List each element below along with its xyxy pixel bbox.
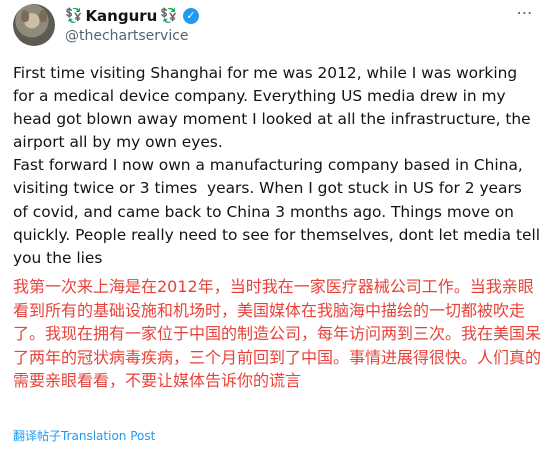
avatar[interactable] (13, 4, 55, 46)
post-text-chinese: 我第一次来上海是在2012年，当时我在一家医疗器械公司工作。当我亲眼看到所有的基… (13, 277, 542, 390)
translate-post-link[interactable]: 翻译帖子Translation Post (13, 427, 155, 444)
display-name[interactable]: Kanguru (85, 7, 157, 25)
name-glyph-left: 💱 (65, 8, 83, 24)
author-handle[interactable]: @thechartservice (65, 28, 189, 44)
author-name-row[interactable]: 💱 Kanguru 💱 ✓ (65, 6, 199, 26)
verified-badge-icon: ✓ (182, 8, 199, 24)
post-header: 💱 Kanguru 💱 ✓ @thechartservice ⋯ (0, 0, 547, 52)
more-options-icon[interactable]: ⋯ (514, 5, 536, 24)
name-glyph-right: 💱 (160, 8, 178, 24)
post-text-english: First time visiting Shanghai for me was … (13, 64, 541, 267)
